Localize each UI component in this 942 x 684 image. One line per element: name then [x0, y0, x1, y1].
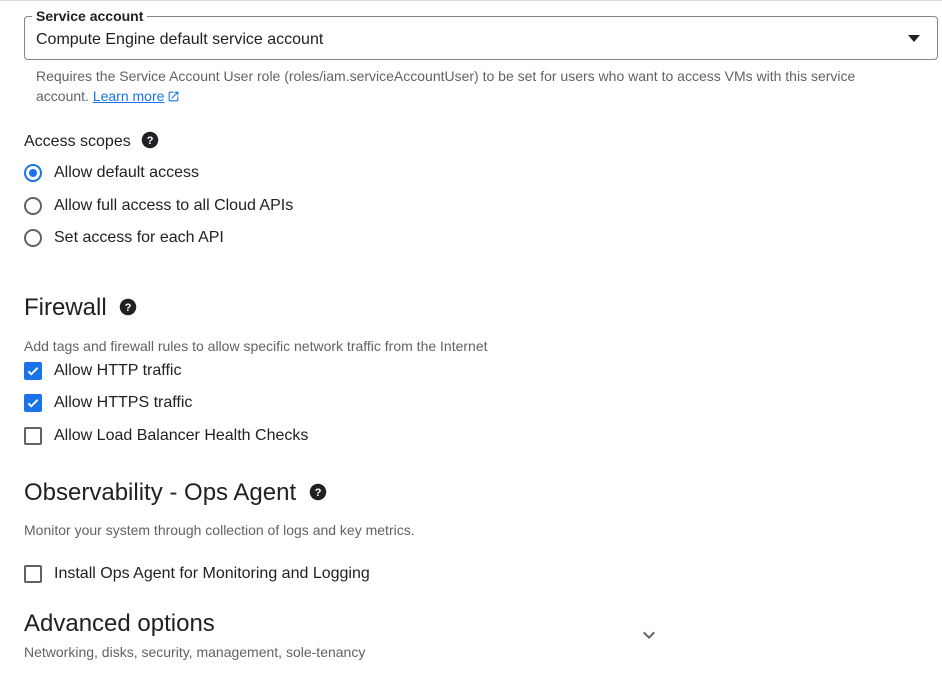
chevron-down-icon[interactable] [640, 626, 658, 644]
help-circle-icon[interactable]: ? [141, 131, 159, 149]
access-scopes-title: Access scopes [24, 133, 131, 150]
check-icon [27, 399, 39, 408]
observability-heading: Observability - Ops Agent ? [24, 479, 327, 507]
checkbox-allow-https[interactable]: Allow HTTPS traffic [24, 393, 192, 413]
observability-title: Observability - Ops Agent [24, 479, 297, 506]
radio-button[interactable] [24, 197, 42, 215]
radio-button[interactable] [24, 229, 42, 247]
advanced-options-title[interactable]: Advanced options [24, 610, 215, 638]
radio-allow-full-access[interactable]: Allow full access to all Cloud APIs [24, 196, 293, 216]
radio-label: Set access for each API [54, 229, 224, 246]
checkbox-allow-lb-health-checks[interactable]: Allow Load Balancer Health Checks [24, 426, 308, 446]
service-account-value[interactable]: Compute Engine default service account [36, 30, 323, 50]
checkbox[interactable] [24, 565, 42, 583]
service-account-help: Requires the Service Account User role (… [36, 66, 896, 106]
service-account-label: Service account [32, 8, 148, 24]
checkbox-install-ops-agent[interactable]: Install Ops Agent for Monitoring and Log… [24, 564, 370, 584]
help-circle-icon[interactable]: ? [119, 298, 137, 316]
radio-label: Allow full access to all Cloud APIs [54, 197, 294, 214]
checkbox-label: Allow HTTPS traffic [54, 394, 193, 411]
checkbox-label: Allow HTTP traffic [54, 362, 182, 379]
svg-text:?: ? [147, 135, 154, 147]
open-in-new-icon[interactable] [167, 90, 180, 103]
checkbox[interactable] [24, 394, 42, 412]
radio-label: Allow default access [54, 164, 199, 181]
checkbox[interactable] [24, 427, 42, 445]
top-divider [0, 0, 942, 1]
observability-description: Monitor your system through collection o… [24, 522, 415, 538]
checkbox[interactable] [24, 362, 42, 380]
firewall-heading: Firewall ? [24, 294, 137, 322]
radio-allow-default-access[interactable]: Allow default access [24, 163, 199, 183]
advanced-options-description: Networking, disks, security, management,… [24, 644, 366, 660]
access-scopes-heading: Access scopes ? [24, 131, 159, 152]
radio-set-access-each-api[interactable]: Set access for each API [24, 228, 224, 248]
firewall-title: Firewall [24, 294, 107, 321]
firewall-description: Add tags and firewall rules to allow spe… [24, 338, 488, 354]
svg-text:?: ? [314, 487, 321, 499]
caret-down-icon[interactable] [908, 35, 920, 42]
learn-more-link[interactable]: Learn more [93, 88, 165, 104]
checkbox-label: Install Ops Agent for Monitoring and Log… [54, 565, 370, 582]
help-circle-icon[interactable]: ? [309, 483, 327, 501]
radio-button[interactable] [24, 164, 42, 182]
check-icon [27, 367, 39, 376]
checkbox-label: Allow Load Balancer Health Checks [54, 427, 309, 444]
svg-text:?: ? [125, 302, 132, 314]
checkbox-allow-http[interactable]: Allow HTTP traffic [24, 361, 181, 381]
